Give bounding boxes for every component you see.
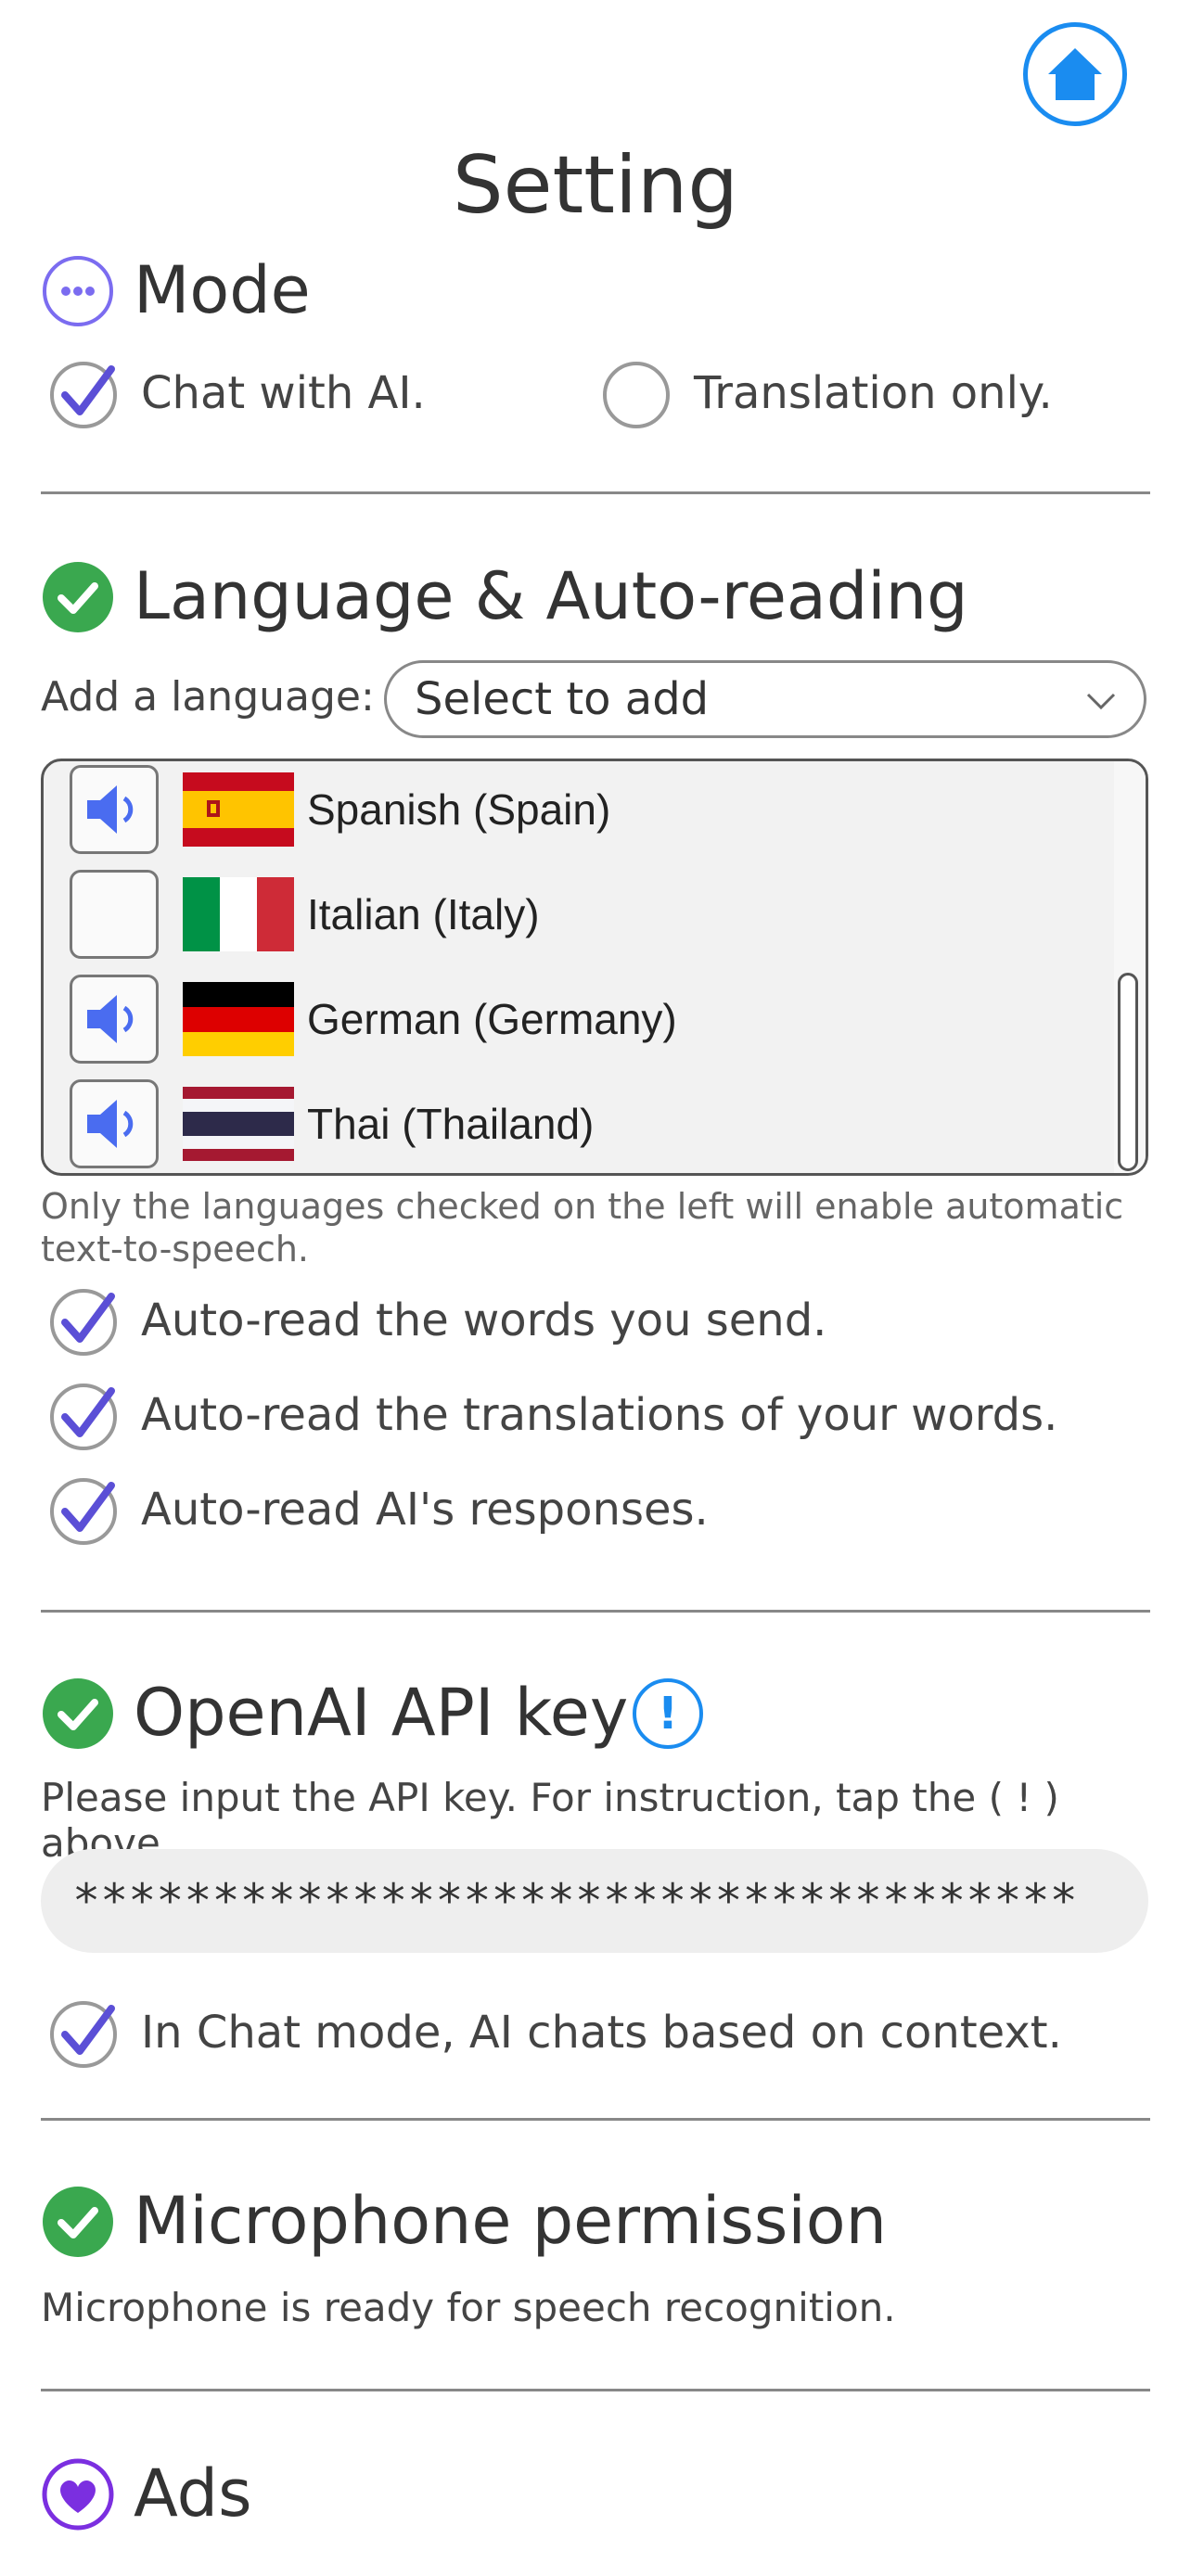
divider [41,2118,1150,2121]
thailand-flag-icon [183,1087,294,1161]
language-name: German (Germany) [307,995,677,1043]
check-circle-icon [43,562,113,632]
divider [41,1610,1150,1613]
spain-flag-icon [183,772,294,847]
language-name: Italian (Italy) [307,890,540,938]
auto-read-toggle[interactable] [70,765,159,854]
auto-read-sent-label: Auto-read the words you send. [141,1294,827,1346]
auto-read-translations-option[interactable]: Auto-read the translations of your words… [46,1378,1057,1452]
checked-icon [50,2001,117,2068]
auto-read-toggle[interactable] [70,975,159,1064]
list-item: Italian (Italy) [70,870,540,959]
language-name: Spanish (Spain) [307,785,611,834]
auto-read-toggle[interactable] [70,1079,159,1168]
info-icon: ! [658,1688,678,1740]
divider [41,491,1150,494]
checked-icon [50,362,117,428]
language-note: Only the languages checked on the left w… [41,1186,1124,1269]
chevron-down-icon [1086,693,1116,710]
language-name: Thai (Thailand) [307,1100,595,1148]
list-item: German (Germany) [70,975,677,1064]
info-button[interactable]: ! [633,1678,703,1749]
microphone-status: Microphone is ready for speech recogniti… [41,2285,896,2330]
mode-chat-label: Chat with AI. [141,367,426,419]
language-title: Language & Auto-reading [134,558,968,634]
check-circle-icon [43,1678,113,1749]
list-item: Spanish (Spain) [70,765,610,854]
auto-read-toggle[interactable] [70,870,159,959]
unchecked-icon [603,362,670,428]
checked-icon [50,1289,117,1356]
page-title: Setting [453,139,738,232]
list-item: Thai (Thailand) [70,1079,594,1168]
language-list[interactable]: Spanish (Spain) Italian (Italy) German (… [41,759,1148,1176]
openai-title: OpenAI API key [134,1675,629,1751]
add-language-label: Add a language: [41,673,375,721]
more-icon [43,256,113,326]
auto-read-ai-option[interactable]: Auto-read AI's responses. [46,1473,709,1547]
speaker-icon [87,995,134,1043]
speaker-icon [87,1100,134,1148]
speaker-icon [87,785,134,834]
language-select-value: Select to add [415,673,710,725]
scrollbar[interactable] [1118,973,1138,1171]
auto-read-translations-label: Auto-read the translations of your words… [141,1389,1058,1441]
context-chat-option[interactable]: In Chat mode, AI chats based on context. [46,1996,1062,2070]
ads-title: Ads [134,2455,252,2531]
checked-icon [50,1384,117,1450]
home-button[interactable] [1023,22,1127,126]
home-icon [1048,48,1102,100]
microphone-title: Microphone permission [134,2183,887,2259]
heart-icon [42,2458,114,2531]
mode-title: Mode [134,252,311,328]
divider [41,2389,1150,2391]
auto-read-sent-option[interactable]: Auto-read the words you send. [46,1283,826,1358]
mode-chat-option[interactable]: Chat with AI. [46,356,426,430]
api-key-field[interactable]: ************************************ [41,1849,1148,1953]
check-circle-icon [43,2187,113,2257]
germany-flag-icon [183,982,294,1056]
language-select[interactable]: Select to add [384,660,1146,738]
mode-translation-option[interactable]: Translation only. [599,356,1053,430]
checked-icon [50,1478,117,1545]
mode-translation-label: Translation only. [694,367,1053,419]
italy-flag-icon [183,877,294,951]
context-chat-label: In Chat mode, AI chats based on context. [141,2007,1062,2059]
auto-read-ai-label: Auto-read AI's responses. [141,1484,709,1536]
